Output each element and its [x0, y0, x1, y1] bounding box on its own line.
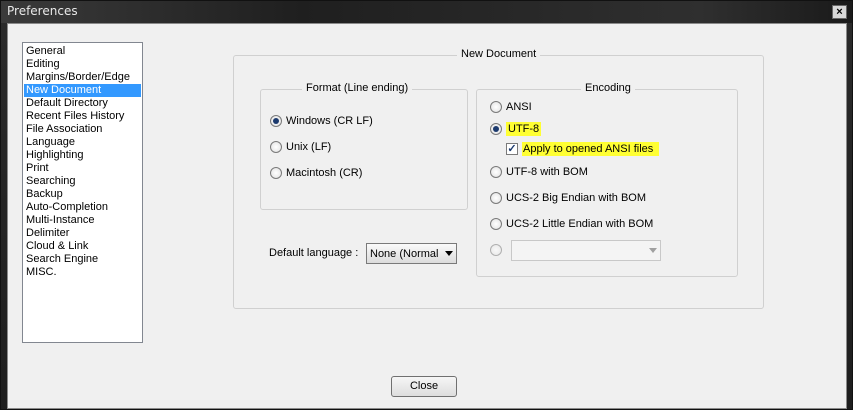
window-title: Preferences	[7, 4, 78, 18]
default-language-value: None (Normal	[370, 247, 439, 260]
format-mac-label: Macintosh (CR)	[286, 167, 363, 179]
format-windows-label: Windows (CR LF)	[286, 115, 373, 127]
encoding-ucs2-be-radio[interactable]: UCS-2 Big Endian with BOM	[490, 190, 646, 206]
encoding-utf8-label: UTF-8	[506, 122, 542, 136]
encoding-utf8-radio[interactable]: UTF-8	[490, 121, 542, 137]
format-unix-label: Unix (LF)	[286, 141, 332, 153]
encoding-ucs2-be-label: UCS-2 Big Endian with BOM	[506, 192, 646, 204]
sidebar-item-editing[interactable]: Editing	[24, 58, 141, 71]
default-language-select[interactable]: None (Normal	[366, 243, 457, 264]
radio-icon	[270, 141, 282, 153]
apply-ansi-label: Apply to opened ANSI files	[522, 142, 660, 156]
format-windows-radio[interactable]: Windows (CR LF)	[270, 113, 373, 129]
radio-icon	[490, 123, 502, 135]
title-bar[interactable]: Preferences ×	[1, 1, 852, 23]
apply-ansi-checkbox[interactable]: ✓ Apply to opened ANSI files	[506, 141, 660, 157]
sidebar-item-cloud-link[interactable]: Cloud & Link	[24, 240, 141, 253]
sidebar-item-default-directory[interactable]: Default Directory	[24, 97, 141, 110]
encoding-group-title: Encoding	[581, 82, 635, 94]
category-list[interactable]: General Editing Margins/Border/Edge New Doc…	[22, 42, 143, 343]
format-unix-radio[interactable]: Unix (LF)	[270, 139, 331, 155]
encoding-ucs2-le-radio[interactable]: UCS-2 Little Endian with BOM	[490, 216, 653, 232]
sidebar-item-auto-completion[interactable]: Auto-Completion	[24, 201, 141, 214]
chevron-down-icon	[649, 248, 657, 253]
radio-icon	[490, 192, 502, 204]
default-language-label: Default language :	[269, 247, 359, 259]
format-group-title: Format (Line ending)	[302, 82, 413, 94]
radio-icon	[490, 101, 502, 113]
encoding-ansi-label: ANSI	[506, 101, 532, 113]
sidebar-item-search-engine[interactable]: Search Engine	[24, 253, 141, 266]
sidebar-item-file-association[interactable]: File Association	[24, 123, 141, 136]
encoding-ucs2-le-label: UCS-2 Little Endian with BOM	[506, 218, 654, 230]
sidebar-item-language[interactable]: Language	[24, 136, 141, 149]
encoding-ansi-radio[interactable]: ANSI	[490, 99, 532, 115]
preferences-window: Preferences × General Editing Margins/Bord…	[0, 0, 853, 410]
format-mac-radio[interactable]: Macintosh (CR)	[270, 165, 362, 181]
radio-icon	[490, 166, 502, 178]
radio-icon	[270, 115, 282, 127]
sidebar-item-print[interactable]: Print	[24, 162, 141, 175]
sidebar-item-new-document[interactable]: New Document	[24, 84, 141, 97]
encoding-utf8-bom-radio[interactable]: UTF-8 with BOM	[490, 164, 588, 180]
encoding-utf8-bom-label: UTF-8 with BOM	[506, 166, 588, 178]
sidebar-item-delimiter[interactable]: Delimiter	[24, 227, 141, 240]
radio-icon	[490, 218, 502, 230]
sidebar-item-highlighting[interactable]: Highlighting	[24, 149, 141, 162]
sidebar-item-searching[interactable]: Searching	[24, 175, 141, 188]
checkmark-icon: ✓	[506, 143, 518, 155]
encoding-other-select[interactable]	[511, 240, 661, 261]
radio-icon	[490, 244, 502, 256]
encoding-other-radio[interactable]	[490, 242, 506, 258]
sidebar-item-multi-instance[interactable]: Multi-Instance	[24, 214, 141, 227]
radio-icon	[270, 167, 282, 179]
sidebar-item-misc[interactable]: MISC.	[24, 266, 141, 279]
sidebar-item-general[interactable]: General	[24, 45, 141, 58]
sidebar-item-backup[interactable]: Backup	[24, 188, 141, 201]
sidebar-item-recent-files-history[interactable]: Recent Files History	[24, 110, 141, 123]
new-document-group-title: New Document	[457, 48, 541, 60]
close-button[interactable]: Close	[391, 376, 457, 397]
close-icon[interactable]: ×	[832, 5, 847, 19]
chevron-down-icon	[445, 251, 453, 256]
dialog-body: General Editing Margins/Border/Edge New Doc…	[7, 23, 847, 409]
sidebar-item-margins-border-edge[interactable]: Margins/Border/Edge	[24, 71, 141, 84]
